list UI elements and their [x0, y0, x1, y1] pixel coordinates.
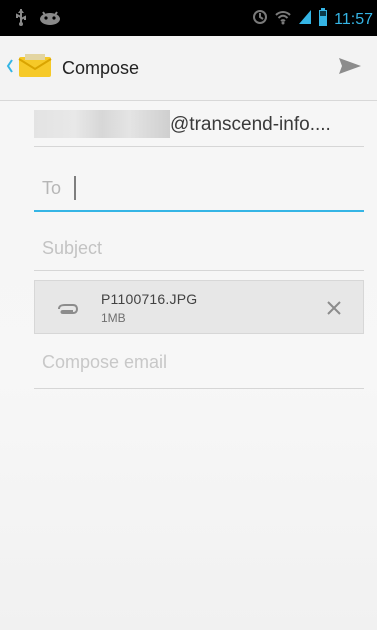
- redacted-account-name: [34, 110, 170, 138]
- to-field[interactable]: To: [34, 168, 364, 212]
- status-bar: 11:57: [0, 0, 377, 36]
- alarm-icon: [252, 9, 268, 30]
- compose-title: Compose: [62, 58, 140, 78]
- attachment-card[interactable]: P1100716.JPG 1MB: [34, 280, 364, 334]
- send-button[interactable]: [335, 52, 363, 80]
- signal-icon: [298, 9, 312, 30]
- from-domain-text: @transcend-info....: [170, 114, 331, 135]
- usb-icon: [14, 7, 28, 32]
- chevron-left-icon[interactable]: [6, 58, 14, 74]
- compose-screen: 11:57 Compose @transcend-info.... To Sub…: [0, 0, 377, 630]
- paperclip-icon: [55, 301, 79, 317]
- wifi-icon: [274, 9, 292, 30]
- to-label: To: [42, 178, 62, 198]
- action-bar: Compose: [0, 36, 377, 101]
- close-icon[interactable]: [325, 301, 343, 321]
- from-field[interactable]: @transcend-info....: [34, 104, 364, 147]
- android-icon: [38, 8, 62, 31]
- send-icon[interactable]: [335, 58, 363, 84]
- status-time: 11:57: [334, 10, 373, 28]
- email-app-icon[interactable]: [18, 54, 52, 78]
- compose-body-field[interactable]: Compose email: [34, 346, 364, 389]
- attachment-name: P1100716.JPG: [101, 291, 198, 307]
- attachment-size: 1MB: [101, 311, 126, 325]
- battery-icon: [318, 8, 328, 31]
- remove-attachment-button[interactable]: [325, 299, 343, 317]
- body-placeholder: Compose email: [42, 352, 168, 372]
- subject-field[interactable]: Subject: [34, 226, 364, 271]
- subject-placeholder: Subject: [42, 238, 103, 258]
- text-cursor: [74, 176, 76, 200]
